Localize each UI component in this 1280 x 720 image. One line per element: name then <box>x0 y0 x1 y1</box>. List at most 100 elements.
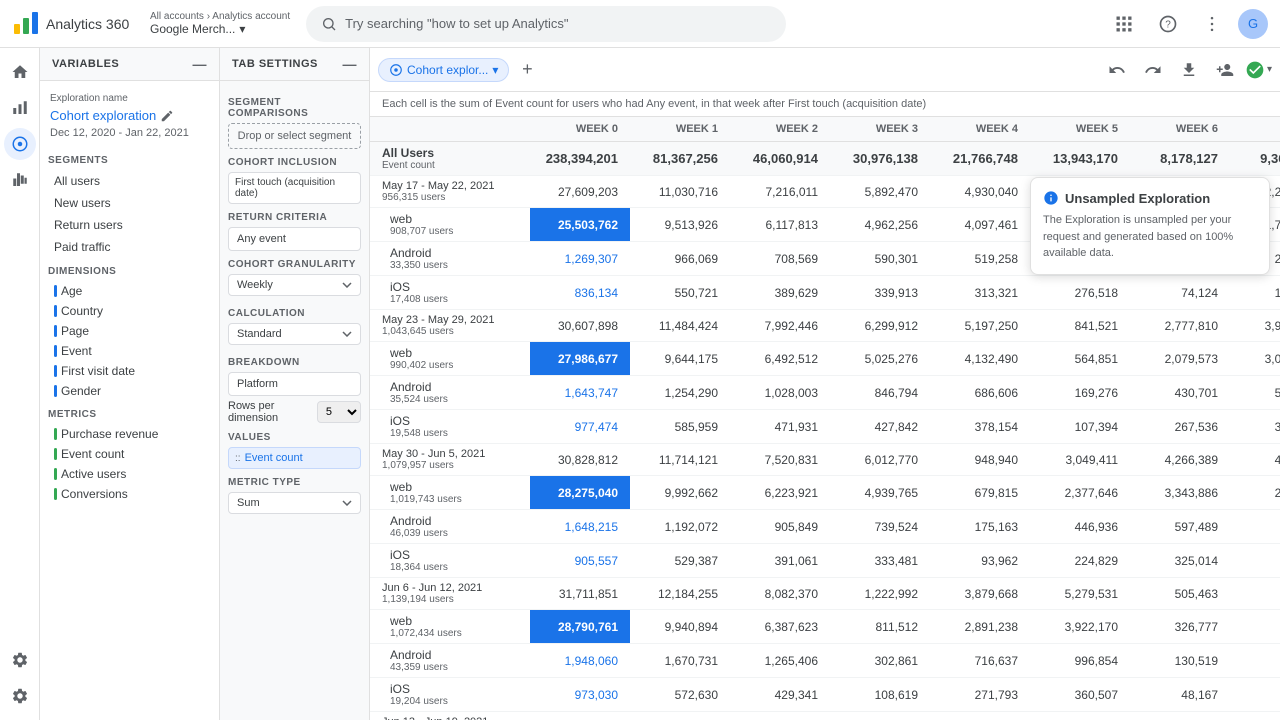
apps-icon-btn[interactable] <box>1106 6 1142 42</box>
values-label: VALUES <box>228 432 361 443</box>
breadcrumb-property[interactable]: Google Merch... ▾ <box>150 22 290 36</box>
cohort-inclusion-input[interactable]: First touch (acquisition date) <box>228 172 361 204</box>
nav-configure-btn[interactable] <box>4 644 36 676</box>
segment-return-users[interactable]: Return users <box>48 214 211 236</box>
nav-advertising-btn[interactable] <box>4 164 36 196</box>
apps-icon <box>1114 14 1134 34</box>
metric-conversions[interactable]: Conversions <box>48 484 211 504</box>
segment-comparisons-label: SEGMENT COMPARISONS <box>228 97 361 119</box>
col-header-week4: WEEK 4 <box>930 117 1030 142</box>
segment-new-users[interactable]: New users <box>48 192 211 214</box>
col-header-week5: WEEK 5 <box>1030 117 1130 142</box>
col-header-week1: WEEK 1 <box>630 117 730 142</box>
metric-type-label: METRIC TYPE <box>228 477 361 488</box>
breadcrumb: All accounts › Analytics account Google … <box>150 11 290 36</box>
tab-settings-panel: Tab Settings — SEGMENT COMPARISONS Drop … <box>220 48 370 720</box>
metric-purchase-revenue[interactable]: Purchase revenue <box>48 424 211 444</box>
search-icon <box>321 16 337 32</box>
left-nav <box>0 48 40 720</box>
variables-panel-body: Exploration name Cohort exploration Dec … <box>40 81 219 720</box>
unsampled-tooltip-icon <box>1043 190 1059 206</box>
user-avatar[interactable]: G <box>1238 9 1268 39</box>
return-criteria-input[interactable]: Any event <box>228 227 361 251</box>
share-users-btn[interactable] <box>1209 54 1241 86</box>
exploration-name-value[interactable]: Cohort exploration <box>48 106 211 125</box>
undo-btn[interactable] <box>1101 54 1133 86</box>
table-row-platform-3-1: Android43,359 users1,948,0601,670,7311,2… <box>370 644 1280 678</box>
col-header-week3: WEEK 3 <box>830 117 930 142</box>
download-icon <box>1180 61 1198 79</box>
value-chip-event-count[interactable]: :: Event count <box>228 447 361 469</box>
top-navigation: Analytics 360 All accounts › Analytics a… <box>0 0 1280 48</box>
metric-active-users[interactable]: Active users <box>48 464 211 484</box>
more-icon-btn[interactable] <box>1194 6 1230 42</box>
table-row-platform-3-2: iOS19,204 users973,030572,630429,341108,… <box>370 678 1280 712</box>
exploration-name-label: Exploration name <box>48 89 211 106</box>
data-info-text: Each cell is the sum of Event count for … <box>382 98 926 110</box>
table-row-platform-1-2: iOS19,548 users977,474585,959471,931427,… <box>370 410 1280 444</box>
tab-settings-panel-title: Tab Settings <box>232 58 318 70</box>
search-placeholder: Try searching "how to set up Analytics" <box>345 16 568 31</box>
tab-settings-panel-header: Tab Settings — <box>220 48 369 81</box>
dimension-age[interactable]: Age <box>48 281 211 301</box>
rows-per-dimension-select[interactable]: 5 <box>317 401 361 423</box>
tooltip-body: The Exploration is unsampled per your re… <box>1043 212 1257 262</box>
nav-reports-btn[interactable] <box>4 92 36 124</box>
table-row-platform-0-2: iOS17,408 users836,134550,721389,629339,… <box>370 276 1280 310</box>
redo-btn[interactable] <box>1137 54 1169 86</box>
tab-label: Cohort explor... <box>407 63 488 77</box>
reports-icon <box>11 99 29 117</box>
calculation-select[interactable]: Standard <box>228 323 361 345</box>
advertising-icon <box>11 171 29 189</box>
nav-explore-btn[interactable] <box>4 128 36 160</box>
table-row-week-group-1: May 23 - May 29, 20211,043,645 users30,6… <box>370 310 1280 342</box>
table-row-week-group-4: Jun 13 - Jun 19, 20211,066,405 users30,3… <box>370 712 1280 720</box>
save-status[interactable]: ▾ <box>1245 60 1272 80</box>
more-vert-icon <box>1202 14 1222 34</box>
segment-drop-zone[interactable]: Drop or select segment <box>228 123 361 149</box>
breadcrumb-caret-icon: ▾ <box>239 22 245 36</box>
breakdown-input[interactable]: Platform <box>228 372 361 396</box>
add-tab-btn[interactable]: + <box>513 56 541 84</box>
cohort-granularity-select[interactable]: Weekly <box>228 274 361 296</box>
app-title: Analytics 360 <box>46 16 129 32</box>
table-row-platform-3-0: web1,072,434 users28,790,7619,940,8946,3… <box>370 610 1280 644</box>
variables-panel-title: Variables <box>52 58 119 70</box>
person-add-icon <box>1216 61 1234 79</box>
cohort-exploration-tab[interactable]: Cohort explor... ▾ <box>378 58 509 82</box>
segment-all-users[interactable]: All users <box>48 170 211 192</box>
breadcrumb-account: All accounts › Analytics account <box>150 11 290 22</box>
col-header-week6: WEEK 6 <box>1130 117 1230 142</box>
nav-icons: ? G <box>1106 6 1268 42</box>
segment-paid-traffic[interactable]: Paid traffic <box>48 236 211 258</box>
variables-panel-close-btn[interactable]: — <box>193 56 208 72</box>
data-info-bar: Each cell is the sum of Event count for … <box>370 92 1280 117</box>
nav-settings-btn[interactable] <box>4 680 36 712</box>
metric-type-select[interactable]: Sum <box>228 492 361 514</box>
unsampled-tooltip: Unsampled Exploration The Exploration is… <box>1030 177 1270 275</box>
calculation-label: CALCULATION <box>228 308 361 319</box>
help-icon: ? <box>1158 14 1178 34</box>
dimension-first-visit-date[interactable]: First visit date <box>48 361 211 381</box>
dimension-gender[interactable]: Gender <box>48 381 211 401</box>
col-header-week2: WEEK 2 <box>730 117 830 142</box>
redo-icon <box>1144 61 1162 79</box>
tab-settings-panel-close-btn[interactable]: — <box>343 56 358 72</box>
dimension-event[interactable]: Event <box>48 341 211 361</box>
settings-icon <box>11 687 29 705</box>
table-row-platform-1-0: web990,402 users27,986,6779,644,1756,492… <box>370 342 1280 376</box>
help-icon-btn[interactable]: ? <box>1150 6 1186 42</box>
data-table-wrapper[interactable]: WEEK 0 WEEK 1 WEEK 2 WEEK 3 WEEK 4 WEEK … <box>370 117 1280 720</box>
dimension-country[interactable]: Country <box>48 301 211 321</box>
rows-per-dimension: Rows per dimension 5 <box>228 400 361 424</box>
search-bar[interactable]: Try searching "how to set up Analytics" <box>306 6 786 42</box>
cohort-inclusion-label: COHORT INCLUSION <box>228 157 361 168</box>
download-btn[interactable] <box>1173 54 1205 86</box>
variables-panel-header: Variables — <box>40 48 219 81</box>
nav-home-btn[interactable] <box>4 56 36 88</box>
dimension-page[interactable]: Page <box>48 321 211 341</box>
svg-text:?: ? <box>1165 19 1171 30</box>
date-range: Dec 12, 2020 - Jan 22, 2021 <box>48 125 211 147</box>
table-row-all-users: All UsersEvent count238,394,20181,367,25… <box>370 142 1280 176</box>
metric-event-count[interactable]: Event count <box>48 444 211 464</box>
